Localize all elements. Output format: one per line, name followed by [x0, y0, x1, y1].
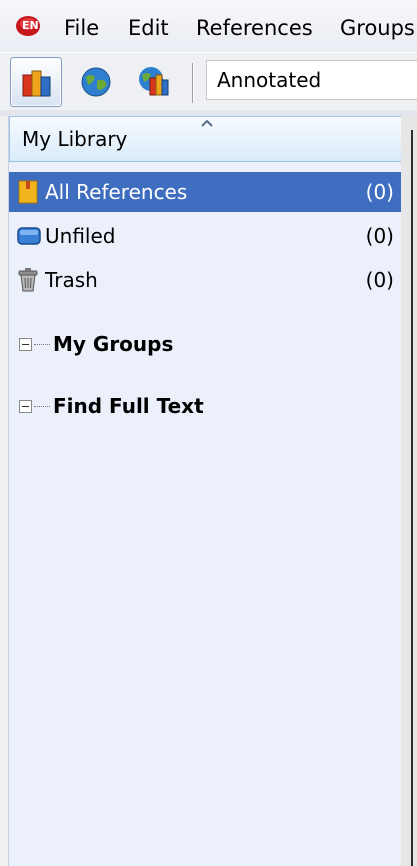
menu-groups[interactable]: Groups: [340, 14, 415, 42]
menu-file[interactable]: File: [64, 14, 99, 42]
unfiled-folder-icon: [17, 227, 41, 245]
all-references-icon: [18, 180, 38, 204]
integrated-library-icon: [139, 67, 169, 96]
endnote-app-icon[interactable]: EN: [14, 12, 42, 38]
tree-connector: [34, 406, 50, 407]
group-all-references[interactable]: All References (0): [9, 172, 402, 212]
group-set-find-full-text[interactable]: Find Full Text: [9, 388, 402, 424]
sort-ascending-icon: [201, 119, 213, 127]
menu-edit[interactable]: Edit: [128, 14, 169, 42]
group-label: All References: [45, 180, 188, 204]
integrated-library-mode-button[interactable]: [128, 57, 180, 107]
menu-bar: EN File Edit References Groups: [0, 0, 417, 52]
svg-text:EN: EN: [22, 19, 39, 32]
menu-references[interactable]: References: [196, 14, 313, 42]
pane-splitter[interactable]: [401, 116, 417, 866]
group-count: (0): [365, 224, 394, 248]
group-count: (0): [365, 180, 394, 204]
group-set-label: My Groups: [53, 332, 174, 356]
toolbar: Annotated: [0, 52, 417, 111]
online-search-mode-button[interactable]: [70, 57, 122, 107]
online-search-icon: [81, 67, 111, 97]
collapse-toggle-icon[interactable]: [19, 400, 32, 413]
tree-connector: [34, 344, 50, 345]
group-label: Unfiled: [45, 224, 116, 248]
local-library-mode-button[interactable]: [10, 57, 62, 107]
local-library-icon: [22, 70, 51, 97]
output-style-select[interactable]: Annotated: [206, 60, 417, 100]
toolbar-separator: [192, 63, 193, 103]
panel-title: My Library: [22, 127, 128, 151]
group-set-label: Find Full Text: [53, 394, 204, 418]
trash-icon: [18, 268, 38, 292]
group-set-my-groups[interactable]: My Groups: [9, 326, 402, 362]
pane-border: [411, 130, 413, 866]
group-trash[interactable]: Trash (0): [9, 260, 402, 300]
group-count: (0): [365, 268, 394, 292]
collapse-toggle-icon[interactable]: [19, 338, 32, 351]
groups-panel: My Library All References (0) Unfiled (0…: [8, 116, 402, 866]
group-unfiled[interactable]: Unfiled (0): [9, 216, 402, 256]
panel-header[interactable]: My Library: [9, 116, 402, 162]
group-label: Trash: [45, 268, 98, 292]
